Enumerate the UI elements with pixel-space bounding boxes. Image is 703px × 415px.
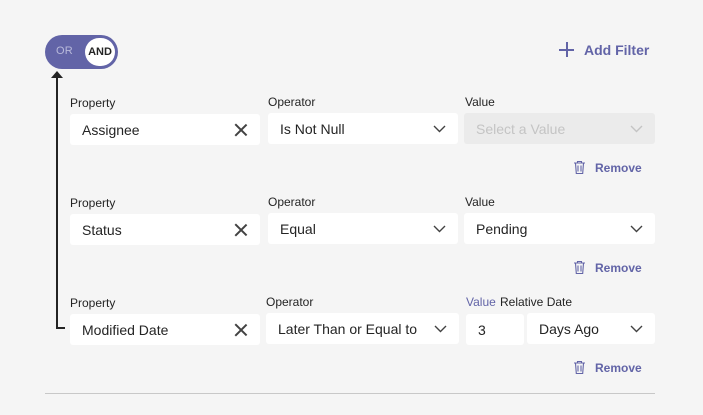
value-value: Pending xyxy=(476,220,528,237)
toggle-and-knob: AND xyxy=(85,38,115,66)
value-number-input[interactable]: 3 xyxy=(466,314,524,345)
operator-value: Equal xyxy=(280,220,316,237)
relative-date-label[interactable]: Relative Date xyxy=(500,295,572,309)
property-label: Property xyxy=(70,296,116,310)
trash-icon xyxy=(573,360,586,375)
property-label: Property xyxy=(70,196,116,210)
operator-label: Operator xyxy=(268,95,316,109)
property-value: Status xyxy=(82,221,122,238)
operator-value: Later Than or Equal to xyxy=(278,320,418,337)
chevron-down-icon xyxy=(629,324,643,334)
remove-button[interactable]: Remove xyxy=(573,360,642,375)
operator-dropdown[interactable]: Equal xyxy=(268,213,458,244)
remove-label: Remove xyxy=(595,360,642,375)
operator-value: Is Not Null xyxy=(280,120,345,137)
add-filter-button[interactable]: Add Filter xyxy=(558,41,649,58)
property-label: Property xyxy=(70,96,116,110)
value-number: 3 xyxy=(478,321,486,338)
trash-icon xyxy=(573,160,586,175)
remove-label: Remove xyxy=(595,260,642,275)
operator-dropdown[interactable]: Later Than or Equal to xyxy=(266,313,459,344)
value-tab-label[interactable]: Value xyxy=(466,295,496,309)
property-field[interactable]: Status xyxy=(70,214,260,245)
chevron-down-icon xyxy=(629,224,643,234)
chevron-down-icon xyxy=(433,324,447,334)
remove-button[interactable]: Remove xyxy=(573,260,642,275)
property-field[interactable]: Assignee xyxy=(70,114,260,145)
value-placeholder: Select a Value xyxy=(476,120,566,137)
value-label: Value xyxy=(465,95,495,109)
value-label: Value xyxy=(465,195,495,209)
operator-label: Operator xyxy=(266,295,314,309)
clear-icon[interactable] xyxy=(234,223,248,237)
relative-date-value: Days Ago xyxy=(539,320,599,337)
add-filter-label: Add Filter xyxy=(584,41,650,58)
and-or-toggle[interactable]: OR AND xyxy=(45,35,118,69)
clear-icon[interactable] xyxy=(234,123,248,137)
connector-line xyxy=(56,76,58,329)
clear-icon[interactable] xyxy=(234,323,248,337)
property-value: Assignee xyxy=(82,121,140,138)
trash-icon xyxy=(573,260,586,275)
value-dropdown[interactable]: Pending xyxy=(464,213,655,244)
operator-dropdown[interactable]: Is Not Null xyxy=(268,113,458,144)
chevron-down-icon xyxy=(432,124,446,134)
value-dropdown: Select a Value xyxy=(464,113,655,144)
relative-date-dropdown[interactable]: Days Ago xyxy=(527,313,655,344)
plus-icon xyxy=(558,41,575,58)
remove-button[interactable]: Remove xyxy=(573,160,642,175)
chevron-down-icon xyxy=(432,224,446,234)
property-value: Modified Date xyxy=(82,321,169,338)
toggle-or-label: OR xyxy=(56,45,73,57)
divider xyxy=(45,393,655,394)
connector-line-end xyxy=(56,327,65,329)
chevron-down-icon xyxy=(629,124,643,134)
operator-label: Operator xyxy=(268,195,316,209)
property-field[interactable]: Modified Date xyxy=(70,314,260,345)
remove-label: Remove xyxy=(595,160,642,175)
